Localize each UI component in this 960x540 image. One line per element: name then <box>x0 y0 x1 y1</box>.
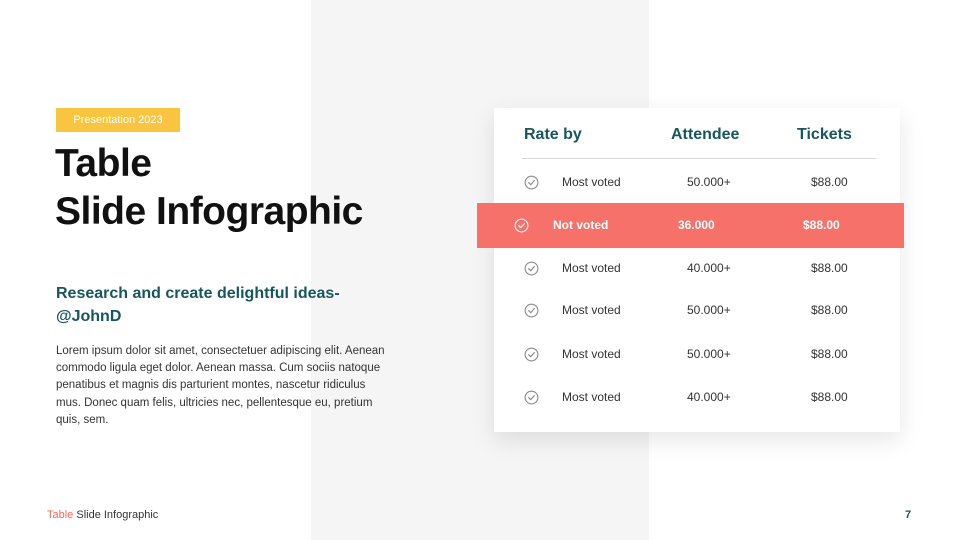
tickets-value: $88.00 <box>811 390 848 404</box>
table-row: Most voted 50.000+ $88.00 <box>494 290 900 330</box>
attendee-value: 50.000+ <box>687 347 731 361</box>
tickets-value: $88.00 <box>811 261 848 275</box>
check-circle-icon <box>524 303 539 318</box>
header-divider <box>522 158 876 159</box>
rate-label: Most voted <box>562 303 621 317</box>
footer-rest: Slide Infographic <box>73 509 159 521</box>
rate-label: Most voted <box>562 390 621 404</box>
table-row: Most voted 50.000+ $88.00 <box>494 334 900 374</box>
footer-accent: Table <box>47 509 74 521</box>
slide-subtitle-line2: @JohnD <box>56 308 122 325</box>
tickets-value: $88.00 <box>811 303 848 317</box>
table-row: Most voted 40.000+ $88.00 <box>494 377 900 417</box>
slide-subtitle-line1: Research and create delightful ideas- <box>56 285 340 302</box>
table-row-highlighted: Not voted 36.000 $88.00 <box>477 203 904 248</box>
attendee-value: 50.000+ <box>687 303 731 317</box>
presentation-tag: Presentation 2023 <box>56 108 180 132</box>
attendee-value: 50.000+ <box>687 175 731 189</box>
slide-subtitle: Research and create delightful ideas- @J… <box>56 282 376 328</box>
rate-label: Most voted <box>562 175 621 189</box>
header-rate-by: Rate by <box>524 126 582 143</box>
slide-title-line1: Table <box>55 142 152 185</box>
check-circle-icon <box>524 390 539 405</box>
tickets-value: $88.00 <box>811 347 848 361</box>
slide-title: Table Slide Infographic <box>55 140 363 236</box>
rate-label: Most voted <box>562 261 621 275</box>
page-number: 7 <box>905 509 912 521</box>
table-row: Most voted 40.000+ $88.00 <box>494 248 900 288</box>
table-row: Most voted 50.000+ $88.00 <box>494 162 900 202</box>
table-header: Rate by Attendee Tickets <box>494 108 900 160</box>
rate-label: Most voted <box>562 347 621 361</box>
footer-title: Table Slide Infographic <box>47 509 158 521</box>
attendee-value: 40.000+ <box>687 261 731 275</box>
slide-title-line2: Slide Infographic <box>55 190 363 233</box>
rate-label: Not voted <box>553 218 609 232</box>
header-tickets: Tickets <box>797 126 852 143</box>
body-paragraph: Lorem ipsum dolor sit amet, consectetuer… <box>56 345 385 426</box>
tickets-value: $88.00 <box>803 218 840 232</box>
check-circle-icon <box>524 261 539 276</box>
header-attendee: Attendee <box>671 126 740 143</box>
attendee-value: 36.000 <box>678 218 715 232</box>
check-circle-icon <box>524 347 539 362</box>
tickets-value: $88.00 <box>811 175 848 189</box>
check-circle-icon <box>514 218 529 233</box>
check-circle-icon <box>524 175 539 190</box>
attendee-value: 40.000+ <box>687 390 731 404</box>
